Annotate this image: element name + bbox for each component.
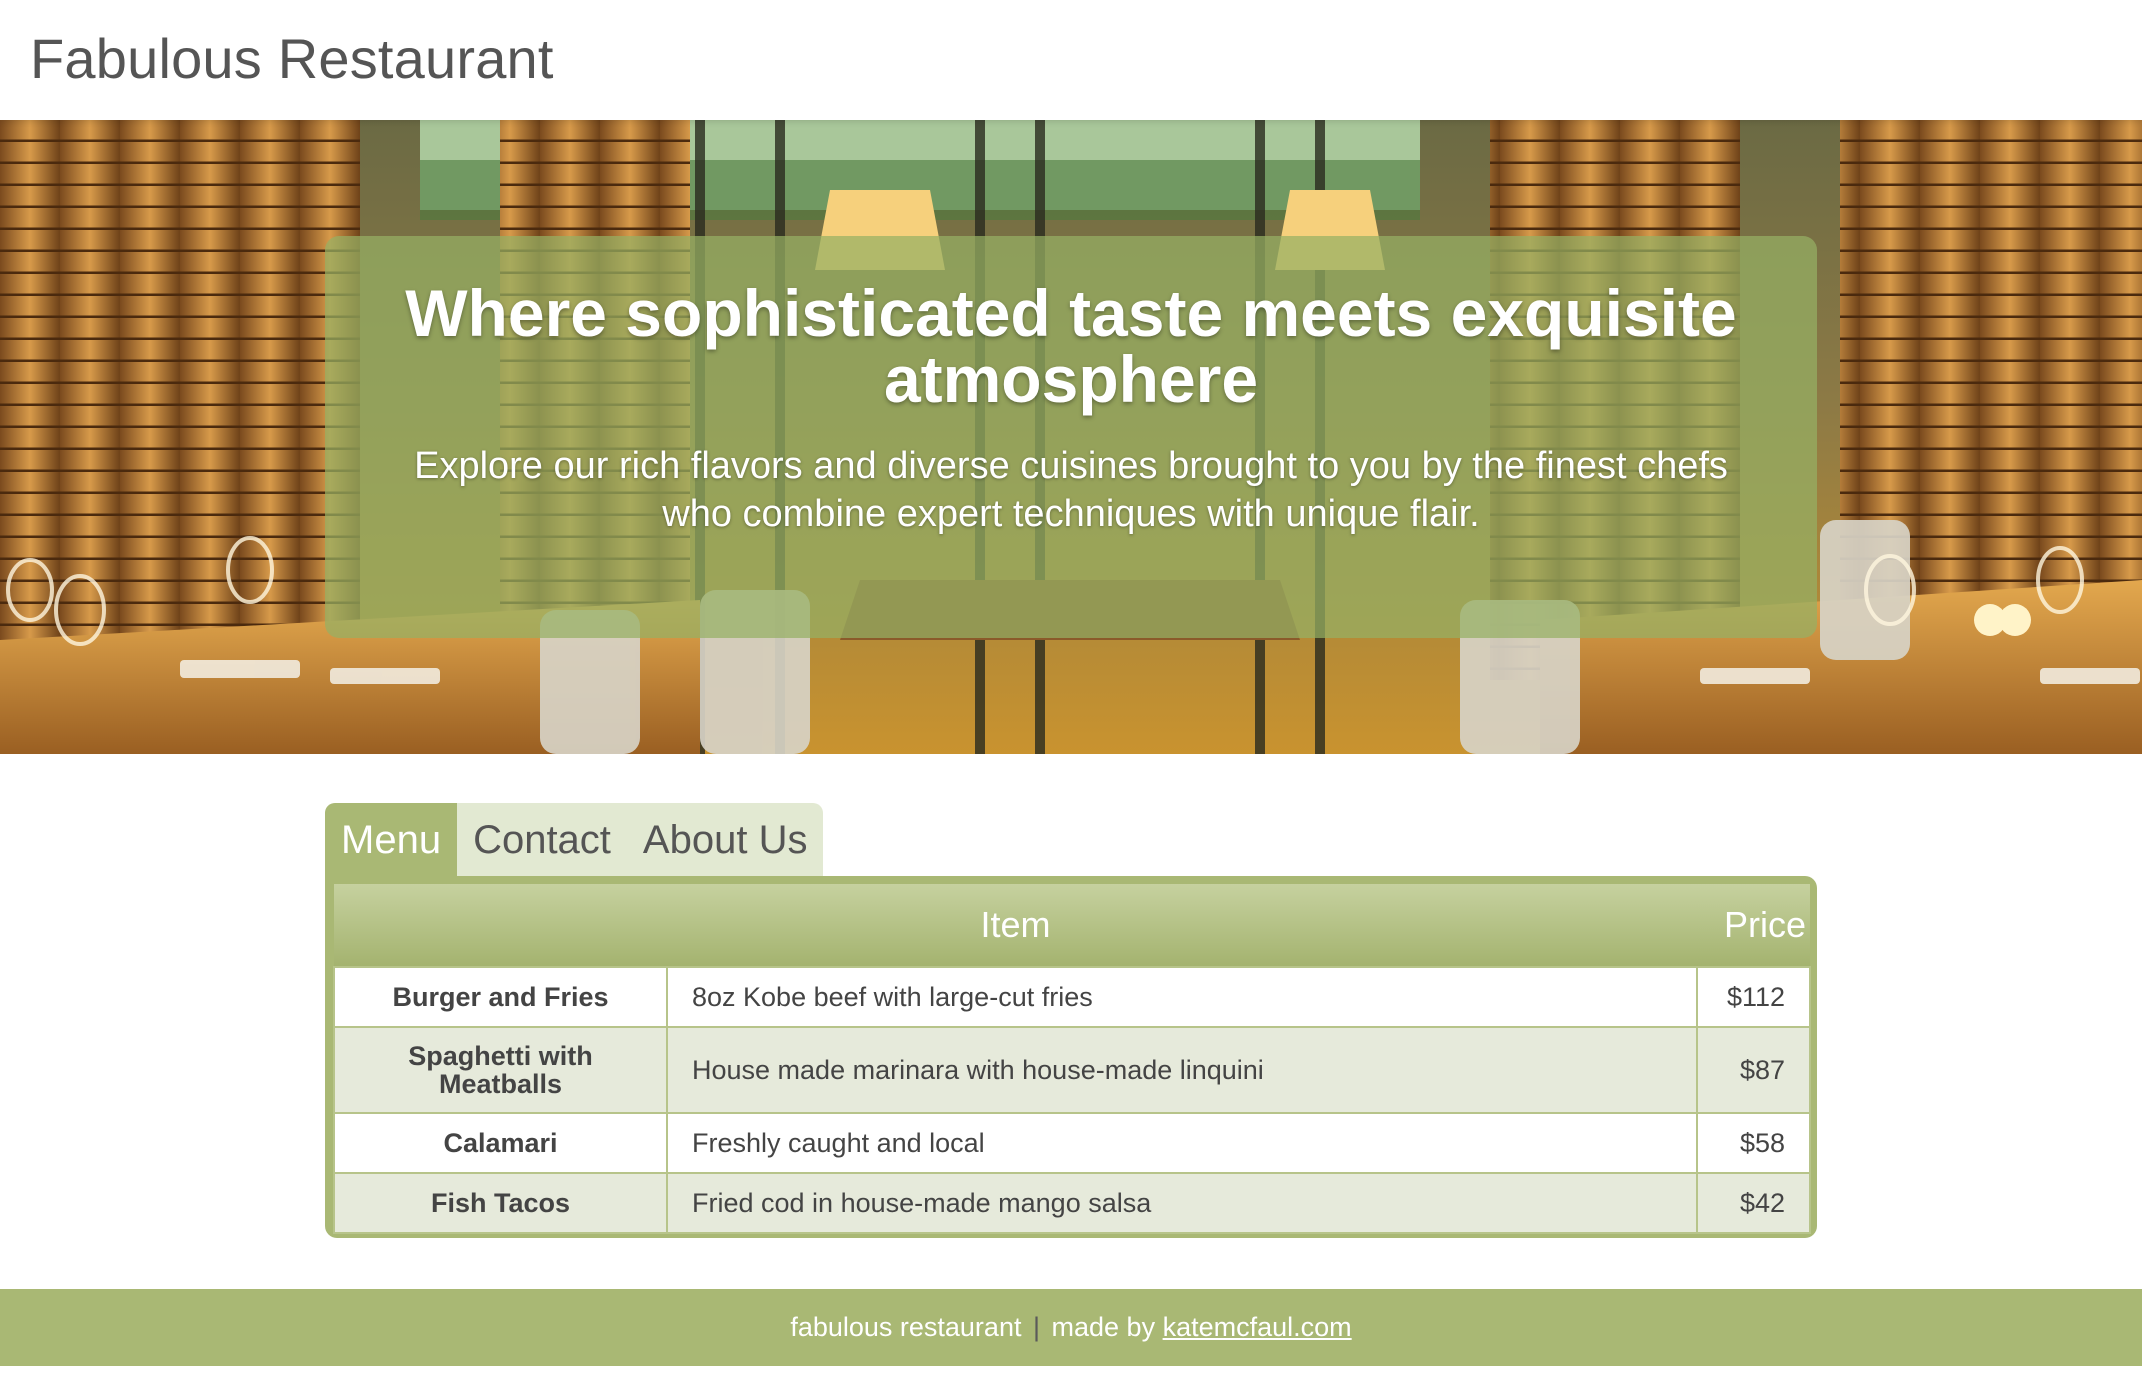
tab-contact[interactable]: Contact <box>457 803 627 877</box>
menu-header-price: Price <box>1697 884 1811 967</box>
menu-panel: Item Price Burger and Fries 8oz Kobe bee… <box>325 876 1817 1238</box>
menu-header-item: Item <box>334 884 1698 967</box>
hero-banner: Where sophisticated taste meets exquisit… <box>0 120 2142 754</box>
hero-overlay-panel: Where sophisticated taste meets exquisit… <box>325 236 1817 638</box>
footer-text: fabulous restaurant <box>790 1312 1022 1342</box>
footer-separator: | <box>1032 1312 1040 1342</box>
table-row: Burger and Fries 8oz Kobe beef with larg… <box>333 966 1812 1028</box>
menu-item-description: House made marinara with house-made linq… <box>665 1026 1699 1114</box>
menu-item-name: Spaghetti with Meatballs <box>333 1026 668 1114</box>
menu-item-price: $87 <box>1696 1026 1812 1114</box>
hero-heading: Where sophisticated taste meets exquisit… <box>405 276 1737 416</box>
menu-item-description: Fried cod in house-made mango salsa <box>665 1172 1699 1234</box>
tab-menu[interactable]: Menu <box>325 803 458 877</box>
section-tabs: Menu Contact About Us <box>325 803 824 877</box>
menu-header-row: Item Price <box>334 884 1811 967</box>
menu-item-description: Freshly caught and local <box>665 1112 1699 1174</box>
footer-author-link[interactable]: katemcfaul.com <box>1163 1312 1352 1342</box>
menu-item-name: Fish Tacos <box>333 1172 668 1234</box>
menu-item-name: Calamari <box>333 1112 668 1174</box>
menu-item-name: Burger and Fries <box>333 966 668 1028</box>
menu-item-price: $112 <box>1696 966 1812 1028</box>
menu-item-price: $42 <box>1696 1172 1812 1234</box>
footer-made-by: made by <box>1051 1312 1156 1342</box>
table-row: Spaghetti with Meatballs House made mari… <box>333 1026 1812 1114</box>
menu-item-description: 8oz Kobe beef with large-cut fries <box>665 966 1699 1028</box>
site-title: Fabulous Restaurant <box>30 27 554 90</box>
hero-description: Explore our rich flavors and diverse cui… <box>414 445 1728 535</box>
tab-about-us[interactable]: About Us <box>627 803 824 877</box>
table-row: Calamari Freshly caught and local $58 <box>333 1112 1812 1174</box>
menu-table: Item Price Burger and Fries 8oz Kobe bee… <box>333 884 1812 1234</box>
site-footer: fabulous restaurant | made by katemcfaul… <box>0 1289 2142 1366</box>
table-row: Fish Tacos Fried cod in house-made mango… <box>333 1172 1812 1234</box>
site-header: Fabulous Restaurant <box>0 0 2142 120</box>
menu-item-price: $58 <box>1696 1112 1812 1174</box>
